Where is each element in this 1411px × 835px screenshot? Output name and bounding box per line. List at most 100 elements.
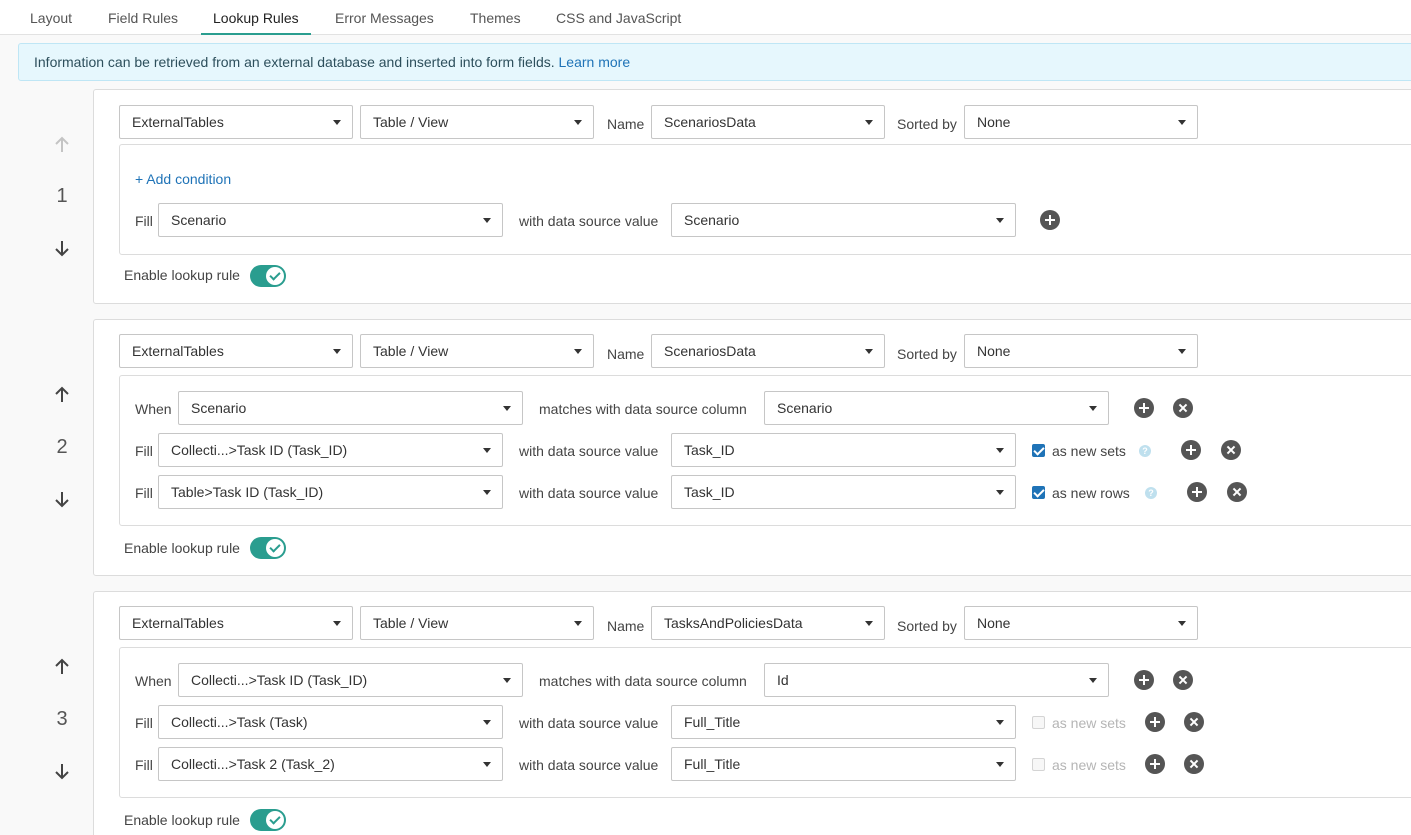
as-new-sets-checkbox[interactable] [1032,716,1045,729]
add-condition-icon[interactable] [1134,398,1154,418]
enable-rule-label: Enable lookup rule [124,812,240,828]
fill-label: Fill [135,485,153,501]
sorted-by-label: Sorted by [897,346,957,362]
as-new-sets-checkbox[interactable] [1032,758,1045,771]
table-name-select[interactable]: ScenariosData [651,105,885,139]
info-text: Information can be retrieved from an ext… [34,54,555,70]
name-label: Name [607,618,645,634]
object-type-select[interactable]: Table / View [360,606,594,640]
lookup-rule-card: ExternalTables Table / View Name TasksAn… [93,591,1411,835]
when-label: When [135,401,172,417]
sorted-by-label: Sorted by [897,618,957,634]
as-new-sets-label: as new sets [1052,443,1126,459]
source-value-select[interactable]: Task_ID [671,433,1016,467]
source-value-select[interactable]: Full_Title [671,747,1016,781]
source-value-select[interactable]: Task_ID [671,475,1016,509]
data-source-select[interactable]: ExternalTables [119,105,353,139]
help-icon[interactable]: ? [1139,445,1151,457]
add-fill-icon[interactable] [1187,482,1207,502]
tab-lookup-rules[interactable]: Lookup Rules [201,0,311,35]
with-value-label: with data source value [519,715,659,731]
rule-3-controls: 3 [0,592,93,835]
matches-label: matches with data source column [539,401,747,417]
learn-more-link[interactable]: Learn more [559,54,631,70]
object-type-select[interactable]: Table / View [360,105,594,139]
sort-select[interactable]: None [964,606,1198,640]
sort-select[interactable]: None [964,334,1198,368]
fill-label: Fill [135,213,153,229]
enable-rule-toggle[interactable] [250,265,286,287]
data-source-select[interactable]: ExternalTables [119,606,353,640]
add-fill-icon[interactable] [1145,754,1165,774]
add-condition-icon[interactable] [1134,670,1154,690]
table-name-select[interactable]: TasksAndPoliciesData [651,606,885,640]
tab-field-rules[interactable]: Field Rules [108,0,178,35]
enable-rule-toggle[interactable] [250,809,286,831]
fill-field-select[interactable]: Scenario [158,203,503,237]
source-value-select[interactable]: Scenario [671,203,1016,237]
sorted-by-label: Sorted by [897,116,957,132]
fill-field-select[interactable]: Table>Task ID (Task_ID) [158,475,503,509]
tab-themes[interactable]: Themes [470,0,521,35]
when-label: When [135,673,172,689]
object-type-select[interactable]: Table / View [360,334,594,368]
condition-field-select[interactable]: Scenario [178,391,523,425]
tab-bar: Layout Field Rules Lookup Rules Error Me… [0,0,1411,35]
enable-rule-label: Enable lookup rule [124,540,240,556]
add-condition-link[interactable]: + Add condition [135,169,231,189]
condition-column-select[interactable]: Scenario [764,391,1109,425]
as-new-rows-label: as new rows [1052,485,1130,501]
remove-condition-icon[interactable] [1173,670,1193,690]
remove-fill-icon[interactable] [1227,482,1247,502]
enable-rule-label: Enable lookup rule [124,267,240,283]
move-down-icon[interactable] [50,236,74,260]
enable-rule-toggle[interactable] [250,537,286,559]
name-label: Name [607,116,645,132]
help-icon[interactable]: ? [1145,487,1157,499]
rule-conditions-panel: When Scenario matches with data source c… [119,375,1411,526]
lookup-rule-card: ExternalTables Table / View Name Scenari… [93,89,1411,304]
remove-condition-icon[interactable] [1173,398,1193,418]
remove-fill-icon[interactable] [1184,754,1204,774]
table-name-select[interactable]: ScenariosData [651,334,885,368]
remove-fill-icon[interactable] [1221,440,1241,460]
fill-field-select[interactable]: Collecti...>Task 2 (Task_2) [158,747,503,781]
as-new-sets-label: as new sets [1052,757,1126,773]
rule-conditions-panel: When Collecti...>Task ID (Task_ID) match… [119,647,1411,798]
data-source-select[interactable]: ExternalTables [119,334,353,368]
add-fill-icon[interactable] [1040,210,1060,230]
with-value-label: with data source value [519,213,659,229]
move-down-icon[interactable] [50,487,74,511]
source-value-select[interactable]: Full_Title [671,705,1016,739]
condition-column-select[interactable]: Id [764,663,1109,697]
rule-number: 3 [56,708,68,730]
add-fill-icon[interactable] [1181,440,1201,460]
as-new-rows-checkbox[interactable] [1032,486,1045,499]
info-banner: Information can be retrieved from an ext… [18,43,1411,81]
with-value-label: with data source value [519,443,659,459]
fill-field-select[interactable]: Collecti...>Task (Task) [158,705,503,739]
condition-field-select[interactable]: Collecti...>Task ID (Task_ID) [178,663,523,697]
fill-field-select[interactable]: Collecti...>Task ID (Task_ID) [158,433,503,467]
fill-label: Fill [135,757,153,773]
as-new-sets-label: as new sets [1052,715,1126,731]
move-up-icon[interactable] [50,383,74,407]
sort-select[interactable]: None [964,105,1198,139]
remove-fill-icon[interactable] [1184,712,1204,732]
as-new-sets-checkbox[interactable] [1032,444,1045,457]
lookup-rule-card: ExternalTables Table / View Name Scenari… [93,319,1411,576]
rule-number: 1 [56,185,68,207]
fill-label: Fill [135,443,153,459]
matches-label: matches with data source column [539,673,747,689]
tab-layout[interactable]: Layout [30,0,72,35]
move-up-icon[interactable] [50,655,74,679]
with-value-label: with data source value [519,757,659,773]
check-icon [266,811,284,829]
rule-1-controls: 1 [0,90,93,304]
move-down-icon[interactable] [50,759,74,783]
check-icon [266,267,284,285]
add-fill-icon[interactable] [1145,712,1165,732]
tab-css-javascript[interactable]: CSS and JavaScript [556,0,681,35]
fill-label: Fill [135,715,153,731]
tab-error-messages[interactable]: Error Messages [335,0,434,35]
